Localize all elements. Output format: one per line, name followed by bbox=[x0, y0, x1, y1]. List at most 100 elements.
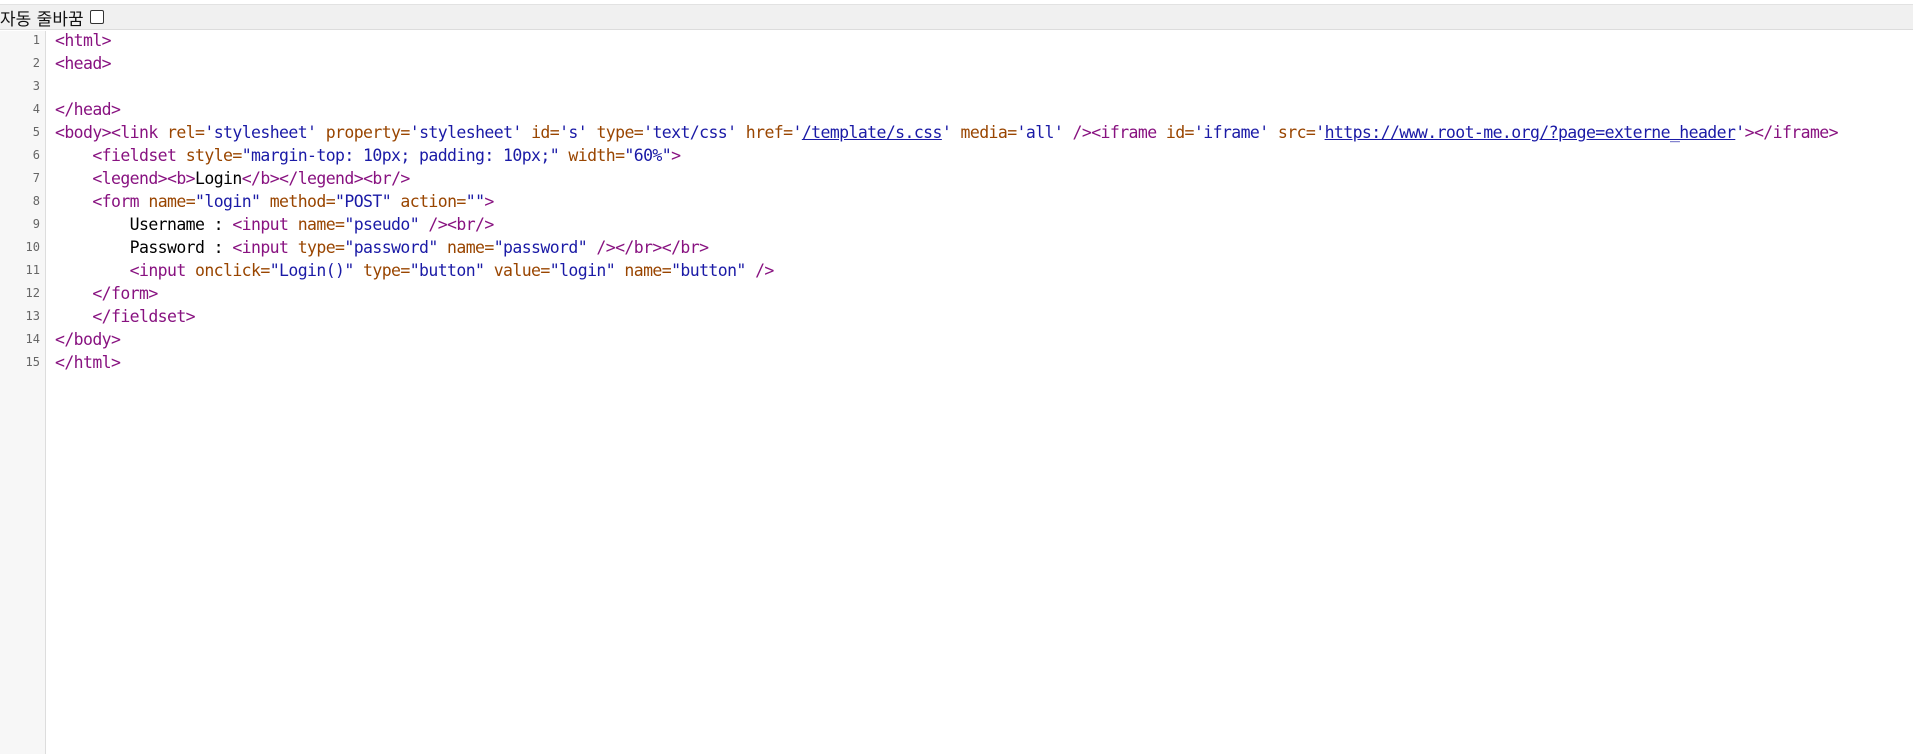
code-token: </html> bbox=[55, 353, 121, 372]
code-token: Username : bbox=[55, 215, 233, 234]
code-token: 'stylesheet' bbox=[409, 123, 523, 142]
code-token: </b> bbox=[241, 169, 280, 188]
code-token: </body> bbox=[55, 330, 121, 349]
code-token: ' bbox=[1315, 123, 1325, 142]
code-token: name= bbox=[148, 192, 196, 211]
code-token: "POST" bbox=[335, 192, 392, 211]
code-token: id= bbox=[1165, 123, 1195, 142]
line-number: 7 bbox=[32, 171, 40, 185]
code-token: width= bbox=[559, 146, 625, 165]
code-token: </fieldset> bbox=[92, 307, 196, 326]
code-token: <iframe bbox=[1091, 123, 1166, 142]
source-line: 12 </form> bbox=[0, 282, 159, 305]
code-token: </legend> bbox=[279, 169, 364, 188]
code-token: "button" bbox=[409, 261, 485, 280]
line-number: 10 bbox=[25, 240, 40, 254]
source-line: 7 <legend><b>Login</b></legend><br/> bbox=[0, 167, 411, 190]
code-token: /> bbox=[587, 238, 616, 257]
source-link[interactable]: https://www.root-me.org/?page=externe_he… bbox=[1325, 123, 1736, 142]
source-line: 15 </html> bbox=[0, 351, 121, 374]
line-number: 9 bbox=[32, 217, 40, 231]
line-code: <body><link rel='stylesheet' property='s… bbox=[55, 121, 1839, 144]
code-token: <input bbox=[232, 215, 298, 234]
code-token: <br/> bbox=[447, 215, 494, 234]
code-token: </br> bbox=[615, 238, 662, 257]
line-code: <legend><b>Login</b></legend><br/> bbox=[55, 167, 410, 190]
code-token: <legend> bbox=[92, 169, 168, 188]
line-number: 4 bbox=[32, 102, 40, 116]
code-token: "pseudo" bbox=[344, 215, 420, 234]
line-code: <head> bbox=[55, 52, 112, 75]
code-token: </br> bbox=[661, 238, 709, 257]
code-token: ' bbox=[941, 123, 952, 142]
line-number: 1 bbox=[32, 33, 40, 47]
line-number: 8 bbox=[32, 194, 40, 208]
code-token: <input bbox=[232, 238, 298, 257]
source-line: 13 </fieldset> bbox=[0, 305, 196, 328]
code-token: > bbox=[671, 146, 681, 165]
view-source-toolbar: 자동 줄바꿈 bbox=[0, 4, 1913, 30]
code-token: src= bbox=[1268, 123, 1316, 142]
code-token: method= bbox=[260, 192, 336, 211]
line-code: <html> bbox=[55, 31, 112, 52]
source-line: 9 Username : <input name="pseudo" /><br/… bbox=[0, 213, 495, 236]
code-token: Password : bbox=[55, 238, 233, 257]
source-line: 3 bbox=[0, 75, 40, 98]
source-line: 5 <body><link rel='stylesheet' property='… bbox=[0, 121, 1839, 144]
code-token: <body> bbox=[55, 123, 112, 142]
code-token: onclick= bbox=[195, 261, 270, 280]
code-token: type= bbox=[297, 238, 345, 257]
code-token: <input bbox=[129, 261, 196, 280]
line-wrap-toggle[interactable]: 자동 줄바꿈 bbox=[0, 5, 104, 30]
line-number: 2 bbox=[32, 56, 40, 70]
code-token: /> bbox=[419, 215, 448, 234]
line-number: 3 bbox=[32, 79, 40, 93]
line-code: <input onclick="Login()" type="button" v… bbox=[55, 259, 775, 282]
code-token: /> bbox=[745, 261, 774, 280]
code-token: "" bbox=[465, 192, 485, 211]
line-code: Username : <input name="pseudo" /><br/> bbox=[55, 213, 495, 236]
line-number: 11 bbox=[25, 263, 40, 277]
code-token: <link bbox=[111, 123, 168, 142]
code-token: "login" bbox=[549, 261, 616, 280]
code-token: 'text/css' bbox=[643, 123, 737, 142]
code-token: <form bbox=[92, 192, 149, 211]
line-number: 5 bbox=[32, 125, 40, 139]
code-token: name= bbox=[297, 215, 345, 234]
source-line: 6 <fieldset style="margin-top: 10px; pad… bbox=[0, 144, 681, 167]
line-number: 15 bbox=[25, 355, 40, 369]
code-token: </head> bbox=[55, 100, 121, 119]
source-link[interactable]: /template/s.css bbox=[802, 123, 943, 142]
line-code: Password : <input type="password" name="… bbox=[55, 236, 709, 259]
line-code: </body> bbox=[55, 328, 121, 351]
code-token: <br/> bbox=[363, 169, 410, 188]
code-token: ' bbox=[792, 123, 802, 142]
line-code: <fieldset style="margin-top: 10px; paddi… bbox=[55, 144, 681, 167]
source-line: 14 </body> bbox=[0, 328, 121, 351]
code-token: </form> bbox=[92, 284, 158, 303]
line-wrap-checkbox[interactable] bbox=[89, 10, 104, 24]
line-number: 6 bbox=[32, 148, 40, 162]
code-token: type= bbox=[353, 261, 410, 280]
code-token: 'iframe' bbox=[1193, 123, 1269, 142]
source-viewer: 1 <html> 2 <head> 3 4 </head> 5 <body><link rel=… bbox=[0, 31, 1913, 754]
source-line: 11 <input onclick="Login()" type="button… bbox=[0, 259, 775, 282]
code-token: Login bbox=[195, 169, 242, 188]
source-line: 8 <form name="login" method="POST" actio… bbox=[0, 190, 495, 213]
code-token: "password" bbox=[493, 238, 588, 257]
line-code: </form> bbox=[55, 282, 158, 305]
code-token: "60%" bbox=[624, 146, 672, 165]
code-token: ></iframe> bbox=[1744, 123, 1839, 142]
code-token: "margin-top: 10px; padding: 10px;" bbox=[241, 146, 560, 165]
code-token: name= bbox=[437, 238, 494, 257]
line-number: 13 bbox=[25, 309, 40, 323]
code-token: "Login()" bbox=[269, 261, 355, 280]
source-line: 4 </head> bbox=[0, 98, 121, 121]
code-token: id= bbox=[521, 123, 560, 142]
code-token: action= bbox=[391, 192, 466, 211]
line-code: </html> bbox=[55, 351, 121, 374]
